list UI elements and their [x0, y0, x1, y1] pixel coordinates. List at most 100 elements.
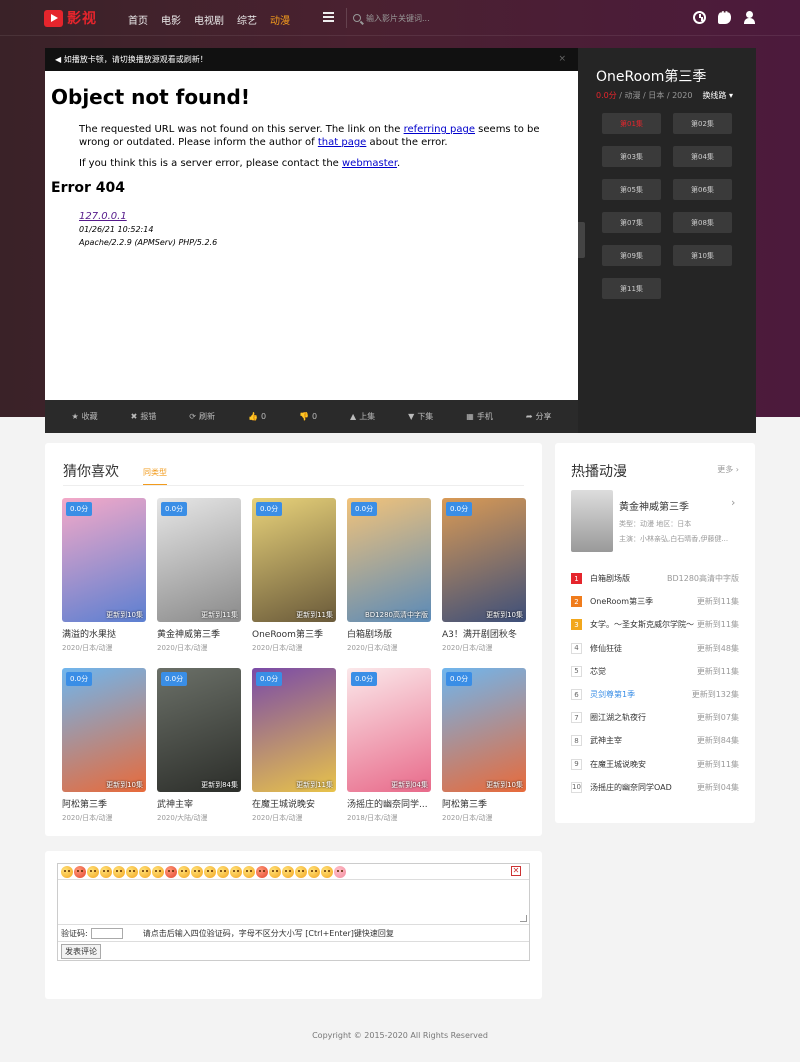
submit-comment-button[interactable]: 发表评论: [61, 943, 101, 959]
recommend-card[interactable]: 0.0分 BD1280高清中字版 白箱剧场版 2020/日本/动漫: [347, 498, 431, 653]
card-title[interactable]: 阿松第三季: [62, 797, 146, 810]
hot-list-item[interactable]: 7 圈江湖之轨夜行 更新到07集: [571, 706, 739, 729]
user-icon[interactable]: [743, 11, 756, 24]
emoji-icon[interactable]: [295, 865, 307, 878]
menu-icon[interactable]: [323, 12, 334, 22]
hot-item-name[interactable]: 女学。～圣女斯克威尔学院～: [590, 619, 694, 630]
recommend-card[interactable]: 0.0分 更新到04集 汤摇庄的幽奈同学... 2018/日本/动漫: [347, 668, 431, 823]
hot-item-name[interactable]: 武神主宰: [590, 735, 622, 746]
hot-item-name[interactable]: 圈江湖之轨夜行: [590, 712, 646, 723]
that-page-link[interactable]: that page: [318, 137, 366, 148]
card-title[interactable]: OneRoom第三季: [252, 627, 336, 640]
close-icon[interactable]: ✕: [511, 866, 521, 876]
toolbar-button[interactable]: ▲ 上集: [350, 411, 375, 422]
history-clock-icon[interactable]: [693, 11, 706, 24]
nav-item[interactable]: 电视剧: [194, 12, 224, 27]
emoji-icon[interactable]: [217, 865, 229, 878]
nav-item[interactable]: 动漫: [270, 12, 290, 27]
recommend-card[interactable]: 0.0分 更新到11集 在魔王城说晚安 2020/日本/动漫: [252, 668, 336, 823]
message-icon[interactable]: [718, 7, 731, 24]
recommend-card[interactable]: 0.0分 更新到84集 武神主宰 2020/大陆/动漫: [157, 668, 241, 823]
emoji-icon[interactable]: [269, 865, 281, 878]
emoji-icon[interactable]: [230, 865, 242, 878]
emoji-icon[interactable]: [100, 865, 112, 878]
recommend-card[interactable]: 0.0分 更新到10集 A3！满开剧团秋冬 2020/日本/动漫: [442, 498, 526, 653]
card-title[interactable]: 汤摇庄的幽奈同学...: [347, 797, 431, 810]
toolbar-button[interactable]: ▼ 下集: [408, 411, 433, 422]
switch-source-button[interactable]: 换线路 ▾: [702, 91, 733, 100]
search-icon[interactable]: [353, 14, 361, 22]
toolbar-button[interactable]: ▦ 手机: [466, 411, 493, 422]
hot-list-item[interactable]: 8 武神主宰 更新到84集: [571, 729, 739, 752]
emoji-icon[interactable]: [204, 865, 216, 878]
recommend-card[interactable]: 0.0分 更新到11集 OneRoom第三季 2020/日本/动漫: [252, 498, 336, 653]
hot-list-item[interactable]: 1 白箱剧场版 BD1280高清中字版: [571, 567, 739, 590]
hot-item-name[interactable]: OneRoom第三季: [590, 596, 653, 607]
hot-item-name[interactable]: 芯觉: [590, 666, 606, 677]
toolbar-button[interactable]: ⟳ 刷新: [189, 411, 215, 422]
hot-list-item[interactable]: 3 女学。～圣女斯克威尔学院～ 更新到11集: [571, 613, 739, 636]
toolbar-button[interactable]: ★ 收藏: [71, 411, 97, 422]
tab-same-type[interactable]: 同类型: [143, 467, 167, 486]
recommend-card[interactable]: 0.0分 更新到11集 黄金神威第三季 2020/日本/动漫: [157, 498, 241, 653]
poster-image[interactable]: 0.0分 更新到11集: [157, 498, 241, 622]
emoji-icon[interactable]: [256, 865, 268, 878]
episode-button[interactable]: 第01集: [602, 113, 661, 134]
emoji-icon[interactable]: [191, 865, 203, 878]
episode-button[interactable]: 第06集: [673, 179, 732, 200]
poster-image[interactable]: 0.0分 更新到11集: [252, 498, 336, 622]
card-title[interactable]: 白箱剧场版: [347, 627, 431, 640]
more-link[interactable]: 更多 ›: [717, 464, 739, 475]
nav-item[interactable]: 综艺: [237, 12, 257, 27]
card-title[interactable]: 满溢的水果挞: [62, 627, 146, 640]
episode-button[interactable]: 第07集: [602, 212, 661, 233]
poster-image[interactable]: 0.0分 更新到10集: [442, 498, 526, 622]
panel-toggle-handle[interactable]: [578, 222, 585, 258]
hot-list-item[interactable]: 10 汤摇庄的幽奈同学OAD 更新到04集: [571, 776, 739, 799]
nav-item[interactable]: 首页: [128, 12, 148, 27]
emoji-icon[interactable]: [139, 865, 151, 878]
verify-code-input[interactable]: [90, 927, 123, 939]
hot-list-item[interactable]: 4 修仙狂徒 更新到48集: [571, 637, 739, 660]
hot-item-name[interactable]: 修仙狂徒: [590, 643, 622, 654]
hot-item-name[interactable]: 白箱剧场版: [590, 573, 630, 584]
emoji-icon[interactable]: [243, 865, 255, 878]
poster-image[interactable]: 0.0分 BD1280高清中字版: [347, 498, 431, 622]
hot-list-item[interactable]: 9 在魔王城说晚安 更新到11集: [571, 753, 739, 776]
hot-item-name[interactable]: 灵剑尊第1季: [590, 689, 635, 700]
toolbar-button[interactable]: ✖ 报错: [131, 411, 157, 422]
emoji-icon[interactable]: [321, 865, 333, 878]
emoji-icon[interactable]: [74, 865, 86, 878]
search-input[interactable]: [366, 13, 566, 23]
card-title[interactable]: A3！满开剧团秋冬: [442, 627, 526, 640]
toolbar-button[interactable]: 👎 0: [299, 412, 317, 421]
card-title[interactable]: 阿松第三季: [442, 797, 526, 810]
card-title[interactable]: 黄金神威第三季: [157, 627, 241, 640]
hot-list-item[interactable]: 6 灵剑尊第1季 更新到132集: [571, 683, 739, 706]
episode-button[interactable]: 第10集: [673, 245, 732, 266]
emoji-icon[interactable]: [165, 865, 177, 878]
featured-thumbnail[interactable]: [571, 490, 613, 552]
card-title[interactable]: 在魔王城说晚安: [252, 797, 336, 810]
nav-item[interactable]: 电影: [161, 12, 181, 27]
hot-item-name[interactable]: 汤摇庄的幽奈同学OAD: [590, 782, 672, 793]
poster-image[interactable]: 0.0分 更新到84集: [157, 668, 241, 792]
poster-image[interactable]: 0.0分 更新到10集: [62, 498, 146, 622]
emoji-icon[interactable]: [87, 865, 99, 878]
poster-image[interactable]: 0.0分 更新到10集: [442, 668, 526, 792]
hot-list-item[interactable]: 5 芯觉 更新到11集: [571, 660, 739, 683]
chevron-right-icon[interactable]: ›: [731, 496, 735, 509]
emoji-icon[interactable]: [61, 865, 73, 878]
recommend-card[interactable]: 0.0分 更新到10集 阿松第三季 2020/日本/动漫: [442, 668, 526, 823]
featured-name[interactable]: 黄金神威第三季: [619, 498, 689, 513]
poster-image[interactable]: 0.0分 更新到10集: [62, 668, 146, 792]
poster-image[interactable]: 0.0分 更新到04集: [347, 668, 431, 792]
hot-item-name[interactable]: 在魔王城说晚安: [590, 759, 646, 770]
card-title[interactable]: 武神主宰: [157, 797, 241, 810]
episode-button[interactable]: 第09集: [602, 245, 661, 266]
poster-image[interactable]: 0.0分 更新到11集: [252, 668, 336, 792]
featured-item[interactable]: 黄金神威第三季 › 类型：动漫 地区：日本 主演：小林亲弘,白石晴香,伊藤健..…: [571, 490, 741, 552]
recommend-card[interactable]: 0.0分 更新到10集 阿松第三季 2020/日本/动漫: [62, 668, 146, 823]
notice-close-icon[interactable]: ×: [558, 54, 566, 64]
toolbar-button[interactable]: ➦ 分享: [526, 411, 552, 422]
